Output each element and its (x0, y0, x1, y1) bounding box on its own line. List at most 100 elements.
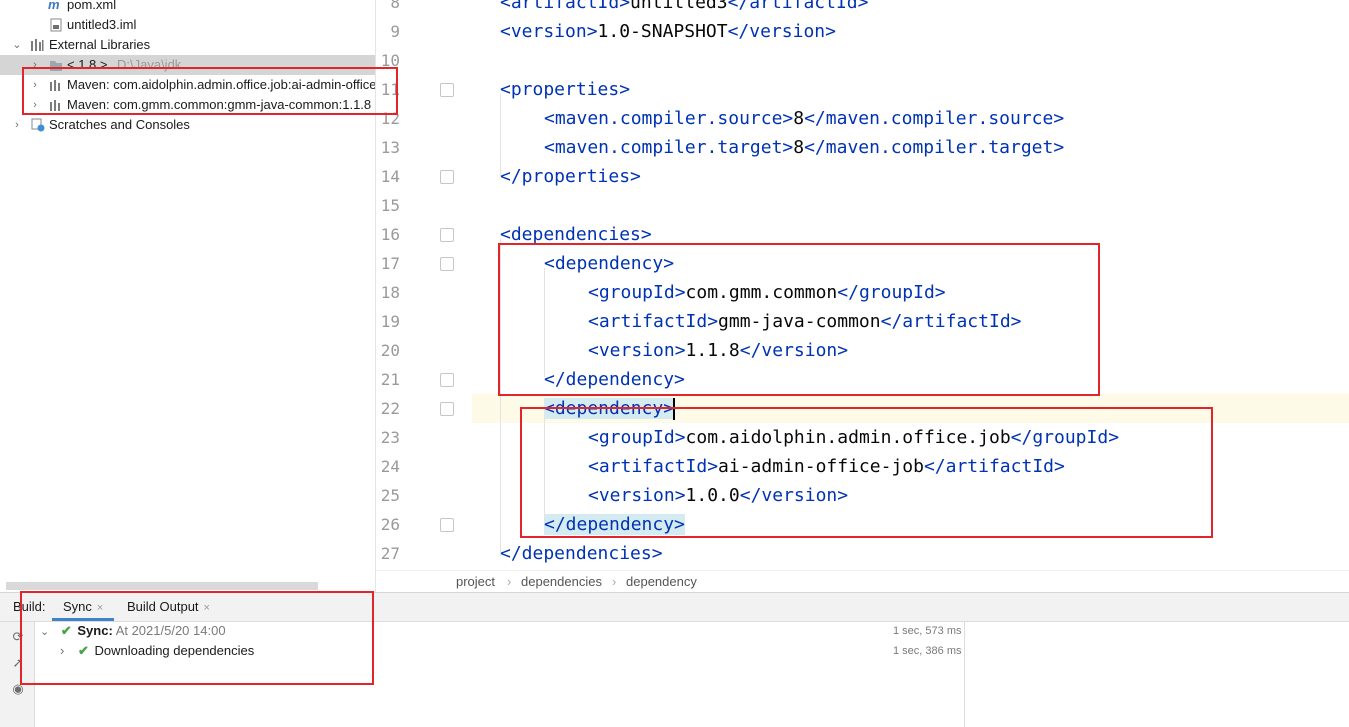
fold-marker-icon[interactable] (440, 373, 454, 387)
tree-item-label: untitled3.iml (67, 17, 137, 32)
line-number: 15 (380, 196, 400, 215)
tree-item-label: Maven: com.gmm.common:gmm-java-common:1.… (67, 97, 372, 112)
code-line[interactable]: <artifactId>ai-admin-office-job</artifac… (588, 452, 1065, 481)
code-line[interactable]: <groupId>com.aidolphin.admin.office.job<… (588, 423, 1119, 452)
code-line[interactable]: <artifactId>untitled3</artifactId> (500, 0, 868, 17)
chevron-right-icon[interactable]: › (11, 115, 23, 135)
tree-item-scratches[interactable]: › Scratches and Consoles (0, 115, 375, 135)
fold-marker-icon[interactable] (440, 257, 454, 271)
code-line[interactable]: <dependencies> (500, 220, 652, 249)
tree-item-maven-aidolphin[interactable]: › Maven: com.aidolphin.admin.office.job:… (0, 75, 375, 95)
project-tool-window: m pom.xml untitled3.iml ⌄ External Libra… (0, 0, 376, 592)
xml-tag: </version> (727, 21, 836, 42)
code-line[interactable]: <version>1.0.0</version> (588, 481, 848, 510)
xml-tag: <artifactId> (588, 311, 719, 332)
xml-tag: <artifactId> (500, 0, 631, 13)
success-check-icon: ✔ (77, 643, 89, 658)
fold-marker-icon[interactable] (440, 402, 454, 416)
build-label: Build: (13, 599, 46, 614)
chevron-right-icon[interactable]: › (29, 55, 41, 75)
code-line[interactable]: <maven.compiler.target>8</maven.compiler… (544, 133, 1064, 162)
xml-tag: <version> (588, 340, 686, 361)
line-number: 18 (380, 283, 400, 302)
close-icon[interactable]: × (204, 602, 210, 614)
build-side-toolbar: ⟳ ➚ ◉ (0, 622, 35, 727)
xml-text: com.aidolphin.admin.office.job (685, 427, 1011, 448)
sync-icon[interactable]: ⟳ (11, 630, 25, 644)
chevron-right-icon[interactable]: › (60, 643, 64, 658)
code-line[interactable]: <groupId>com.gmm.common</groupId> (588, 278, 946, 307)
build-tree-row-download[interactable]: › ✔ Downloading dependencies (60, 641, 254, 661)
breadcrumb: project › dependencies › dependency (376, 570, 1349, 593)
pin-icon[interactable]: ➚ (11, 656, 25, 670)
sync-duration: 1 sec, 573 ms (893, 625, 962, 637)
xml-tag: <artifactId> (588, 456, 719, 477)
tree-item-maven-gmm[interactable]: › Maven: com.gmm.common:gmm-java-common:… (0, 95, 375, 115)
breadcrumb-separator: › (507, 574, 512, 589)
build-tree-row-sync[interactable]: ⌄ ✔ Sync: At 2021/5/20 14:00 (40, 621, 226, 641)
line-number: 17 (380, 254, 400, 273)
code-line[interactable]: <properties> (500, 75, 630, 104)
code-line[interactable]: <artifactId>gmm-java-common</artifactId> (588, 307, 1022, 336)
tree-item-path: D:\Java\jdk (117, 57, 182, 72)
line-number: 25 (380, 486, 400, 505)
code-editor[interactable]: 8 9 10 11 12 13 14 15 16 17 18 19 20 21 22 23 24 25 26 27 <… (376, 0, 1349, 570)
tree-item-untitled3-iml[interactable]: untitled3.iml (0, 15, 375, 35)
line-number: 22 (380, 399, 400, 418)
xml-tag: </dependencies> (500, 543, 663, 564)
fold-marker-icon[interactable] (440, 83, 454, 97)
download-duration: 1 sec, 386 ms (893, 645, 962, 657)
fold-marker-icon[interactable] (440, 170, 454, 184)
tab-build-output[interactable]: Build Output × (127, 599, 210, 614)
text-caret (673, 398, 675, 420)
tab-label: Sync (63, 599, 92, 614)
chevron-down-icon[interactable]: ⌄ (11, 35, 23, 55)
chevron-right-icon[interactable]: › (29, 95, 41, 115)
breadcrumb-item[interactable]: dependencies (521, 574, 602, 589)
maven-file-icon: m (48, 0, 60, 12)
xml-text: gmm-java-common (718, 311, 881, 332)
eye-icon[interactable]: ◉ (11, 682, 25, 696)
chevron-right-icon[interactable]: › (29, 75, 41, 95)
code-line[interactable]: <version>1.0-SNAPSHOT</version> (500, 17, 836, 46)
tree-item-jdk[interactable]: › < 1.8 > D:\Java\jdk (0, 55, 375, 75)
code-line[interactable]: </dependency> (544, 510, 685, 539)
breadcrumb-item[interactable]: dependency (626, 574, 697, 589)
horizontal-scrollbar[interactable] (6, 582, 318, 590)
build-tool-window: Build: Sync × Build Output × ⟳ ➚ ◉ ⌄ ✔ Syn… (0, 592, 1349, 727)
tree-item-pom-xml[interactable]: m pom.xml (0, 0, 375, 15)
build-tab-bar: Build: Sync × Build Output × (0, 593, 1349, 622)
xml-tag: </maven.compiler.source> (804, 108, 1065, 129)
code-line[interactable]: </properties> (500, 162, 641, 191)
tree-item-label: Maven: com.aidolphin.admin.office.job:ai… (67, 77, 376, 92)
line-number: 20 (380, 341, 400, 360)
xml-tag: <maven.compiler.source> (544, 108, 794, 129)
code-line[interactable]: <dependency> (544, 249, 674, 278)
scratches-icon (31, 118, 45, 132)
sync-title: Sync: (77, 623, 113, 638)
xml-tag: <dependencies> (500, 224, 652, 245)
code-line[interactable]: <dependency> (544, 394, 675, 423)
fold-marker-icon[interactable] (440, 228, 454, 242)
line-number: 23 (380, 428, 400, 447)
xml-tag: </groupId> (837, 282, 946, 303)
success-check-icon: ✔ (60, 623, 72, 638)
xml-tag: </version> (739, 485, 849, 506)
xml-tag: </artifactId> (923, 456, 1065, 477)
code-line[interactable]: </dependencies> (500, 539, 663, 568)
code-line[interactable]: </dependency> (544, 365, 685, 394)
tree-item-external-libraries[interactable]: ⌄ External Libraries (0, 35, 375, 55)
xml-text: 1.0.0 (685, 485, 740, 506)
close-icon[interactable]: × (97, 602, 103, 614)
code-line[interactable]: <maven.compiler.source>8</maven.compiler… (544, 104, 1064, 133)
tab-label: Build Output (127, 599, 199, 614)
xml-text: 1.0-SNAPSHOT (597, 21, 728, 42)
tab-sync[interactable]: Sync × (63, 599, 103, 614)
xml-tag: </properties> (500, 166, 641, 187)
breadcrumb-item[interactable]: project (456, 574, 495, 589)
line-number: 19 (380, 312, 400, 331)
xml-text: 1.1.8 (685, 340, 740, 361)
chevron-down-icon[interactable]: ⌄ (40, 626, 49, 638)
code-line[interactable]: <version>1.1.8</version> (588, 336, 848, 365)
fold-marker-icon[interactable] (440, 518, 454, 532)
